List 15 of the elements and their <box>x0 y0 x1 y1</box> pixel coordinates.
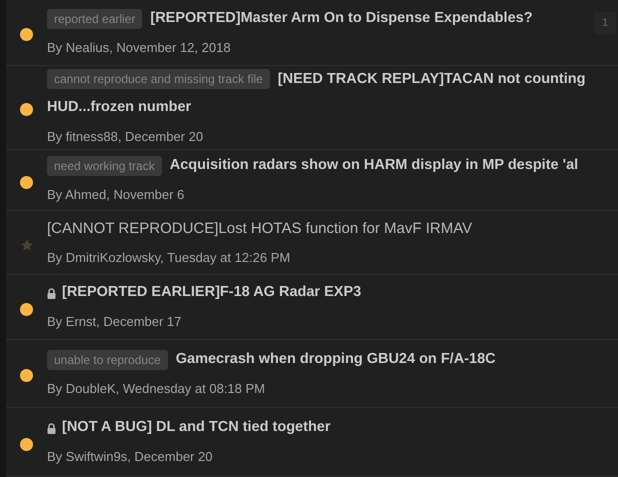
topic-byline: By DmitriKozlowsky, Tuesday at 12:26 PM <box>47 249 292 267</box>
topic-title[interactable]: [NOT A BUG] DL and TCN tied together <box>62 417 331 440</box>
topic-byline: By Swiftwin9s, December 20 <box>47 448 214 466</box>
topic-title[interactable]: [REPORTED]Master Arm On to Dispense Expendables? <box>150 8 533 30</box>
topic-title[interactable]: Acquisition radars show on HARM display in MP despite 'al <box>170 155 578 178</box>
topic-title[interactable]: Gamecrash when dropping GBU24 on F/A-18C <box>176 348 496 371</box>
topic-byline: By Ernst, December 17 <box>47 313 182 332</box>
topic-byline: By DoubleK, Wednesday at 08:18 PM <box>47 380 266 398</box>
topic-byline: By fitness88, December 20 <box>47 128 204 146</box>
topic-byline: By Nealius, November 12, 2018 <box>47 38 232 57</box>
topic-title[interactable]: HUD...frozen number <box>47 97 192 119</box>
topic-title[interactable]: [CANNOT REPRODUCE]Lost HOTAS function for MavF IRMAV <box>47 218 472 240</box>
topic-byline: By Ahmed, November 6 <box>47 186 186 204</box>
topic-title[interactable]: [NEED TRACK REPLAY]TACAN not counting <box>278 68 586 90</box>
topic-title[interactable]: [REPORTED EARLIER]F-18 AG Radar EXP3 <box>62 282 362 304</box>
